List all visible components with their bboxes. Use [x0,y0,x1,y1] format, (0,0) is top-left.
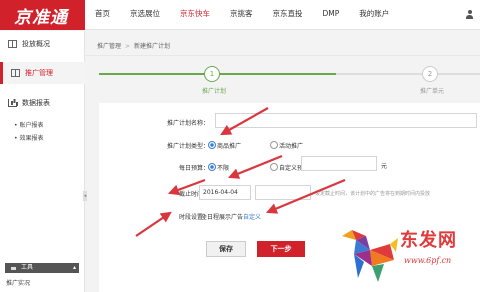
step-progress-line [99,73,219,75]
bar-chart-icon [8,99,17,107]
radio-product-promotion[interactable]: 商品推广 [208,141,241,150]
nav-jingxuan-zhanwei[interactable]: 京选展位 [120,0,170,30]
nav-jd-kuaiche[interactable]: 京东快车 [170,0,220,30]
schedule-value: 全日程展示广告 [201,214,244,221]
step-2-label: 推广单元 [420,88,445,95]
logo-text: 京准通 [14,8,68,28]
tools-label: 工具 [21,264,34,271]
sidebar-subitem-account-report[interactable]: 账户报表 [14,120,44,129]
daily-budget-label: 每日预算： [178,165,209,172]
breadcrumb: 推广管理 > 新建推广计划 [97,41,170,50]
user-icon-body [466,14,473,19]
end-time-secondary-input[interactable] [255,185,311,200]
step-progress-line-pending [336,73,480,75]
jingzhuntong-logo[interactable]: 京准通 [0,0,85,30]
breadcrumb-separator-icon: > [125,43,131,50]
user-icon[interactable] [465,10,474,19]
sidebar-subitem-effect-report[interactable]: 效果报表 [14,133,44,142]
watermark-brand: 东发网 [400,230,457,251]
sidebar-item-label: 数据报表 [22,99,50,107]
nav-jingtiaoke[interactable]: 京挑客 [220,0,263,30]
end-time-input[interactable]: 2016-04-04 [199,185,251,200]
save-button[interactable]: 保存 [206,241,246,257]
step-1-label: 推广计划 [202,88,227,95]
schedule-label: 时段设置： [178,214,209,221]
chevron-up-icon: ▴ [72,264,76,271]
overview-icon [8,40,17,48]
step-1-circle: 1 [204,66,220,82]
plan-name-label: 推广计划名称： [166,120,209,127]
sidebar-item-data-reports[interactable]: 数据报表 [0,92,85,114]
promotion-icon [11,69,20,77]
sidebar-item-label: 推广管理 [25,69,53,77]
tools-menu[interactable]: 工具 ▴ [5,263,79,273]
nav-home[interactable]: 首页 [85,0,120,30]
budget-amount-input[interactable] [301,156,377,171]
end-time-hint: 设定截止时间，该计划中的广告将在到期时间内投放 [315,191,431,197]
breadcrumb-item-new-plan: 新建推广计划 [134,43,171,50]
watermark-url: www.6pf.cn [404,256,452,265]
sidebar-bottom-item[interactable]: 推广实况 [6,278,30,287]
step-progress-line [219,73,336,75]
radio-budget-unlimited[interactable]: 不限 [208,163,229,172]
radio-activity-promotion[interactable]: 活动推广 [270,141,303,150]
sidebar-item-label: 投放概况 [22,40,50,48]
schedule-custom-link[interactable]: 自定义 [243,212,261,221]
nav-my-account[interactable]: 我的账户 [349,0,399,30]
sidebar-bottom-label: 推广实况 [6,280,31,287]
top-navigation-bar: 京准通 首页 京选展位 京东快车 京挑客 京东直投 DMP 我的账户 [0,0,480,30]
divider [85,55,480,56]
main-nav: 首页 京选展位 京东快车 京挑客 京东直投 DMP 我的账户 [85,0,399,30]
watermark: 东发网 www.6pf.cn [338,226,476,286]
breadcrumb-item-promotion[interactable]: 推广管理 [97,43,121,50]
sidebar-item-promotion-management[interactable]: 推广管理 [0,62,85,84]
sidebar: 投放概况 推广管理 数据报表 账户报表 效果报表 ◂ [0,31,87,292]
budget-unit: 元 [381,163,388,170]
plan-name-input[interactable] [215,113,477,128]
bull-logo-icon [342,230,398,282]
sidebar-item-overview[interactable]: 投放概况 [0,33,85,55]
user-icon-head [467,10,472,14]
nav-jd-zhitou[interactable]: 京东直投 [263,0,313,30]
step-2-circle: 2 [422,66,438,82]
next-step-button[interactable]: 下一步 [257,241,305,257]
plan-type-label: 推广计划类型： [166,143,209,150]
nav-dmp[interactable]: DMP [313,0,350,30]
